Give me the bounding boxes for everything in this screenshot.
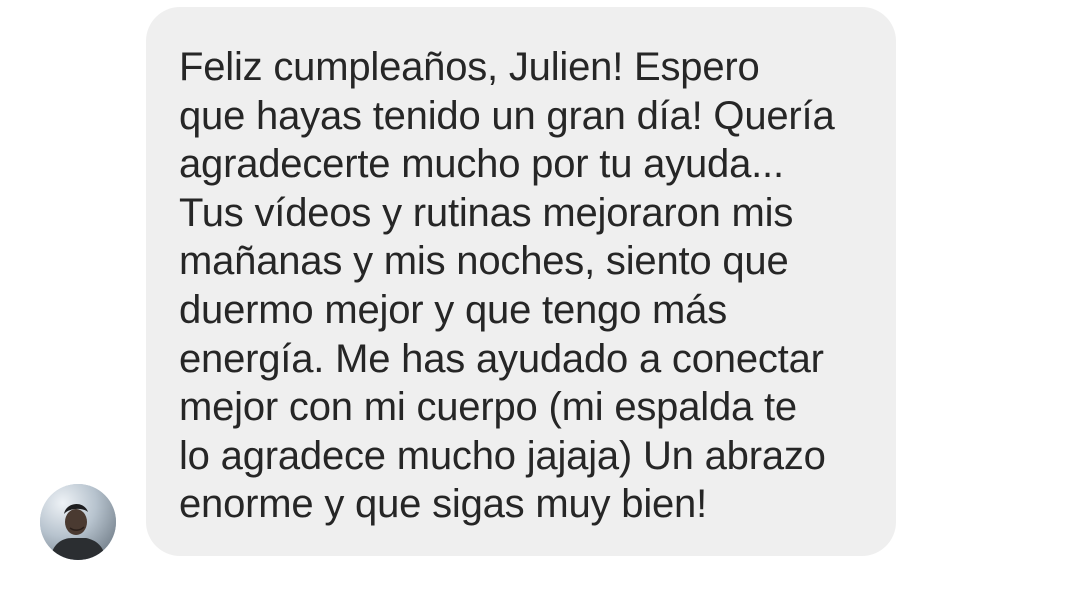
message-text: Feliz cumpleaños, Julien! Espero que hay… [179, 45, 835, 527]
message-bubble[interactable]: Feliz cumpleaños, Julien! Espero que hay… [146, 7, 896, 556]
profile-photo-icon [40, 484, 116, 560]
message-row: Feliz cumpleaños, Julien! Espero que hay… [0, 0, 1073, 603]
avatar[interactable] [40, 484, 116, 560]
